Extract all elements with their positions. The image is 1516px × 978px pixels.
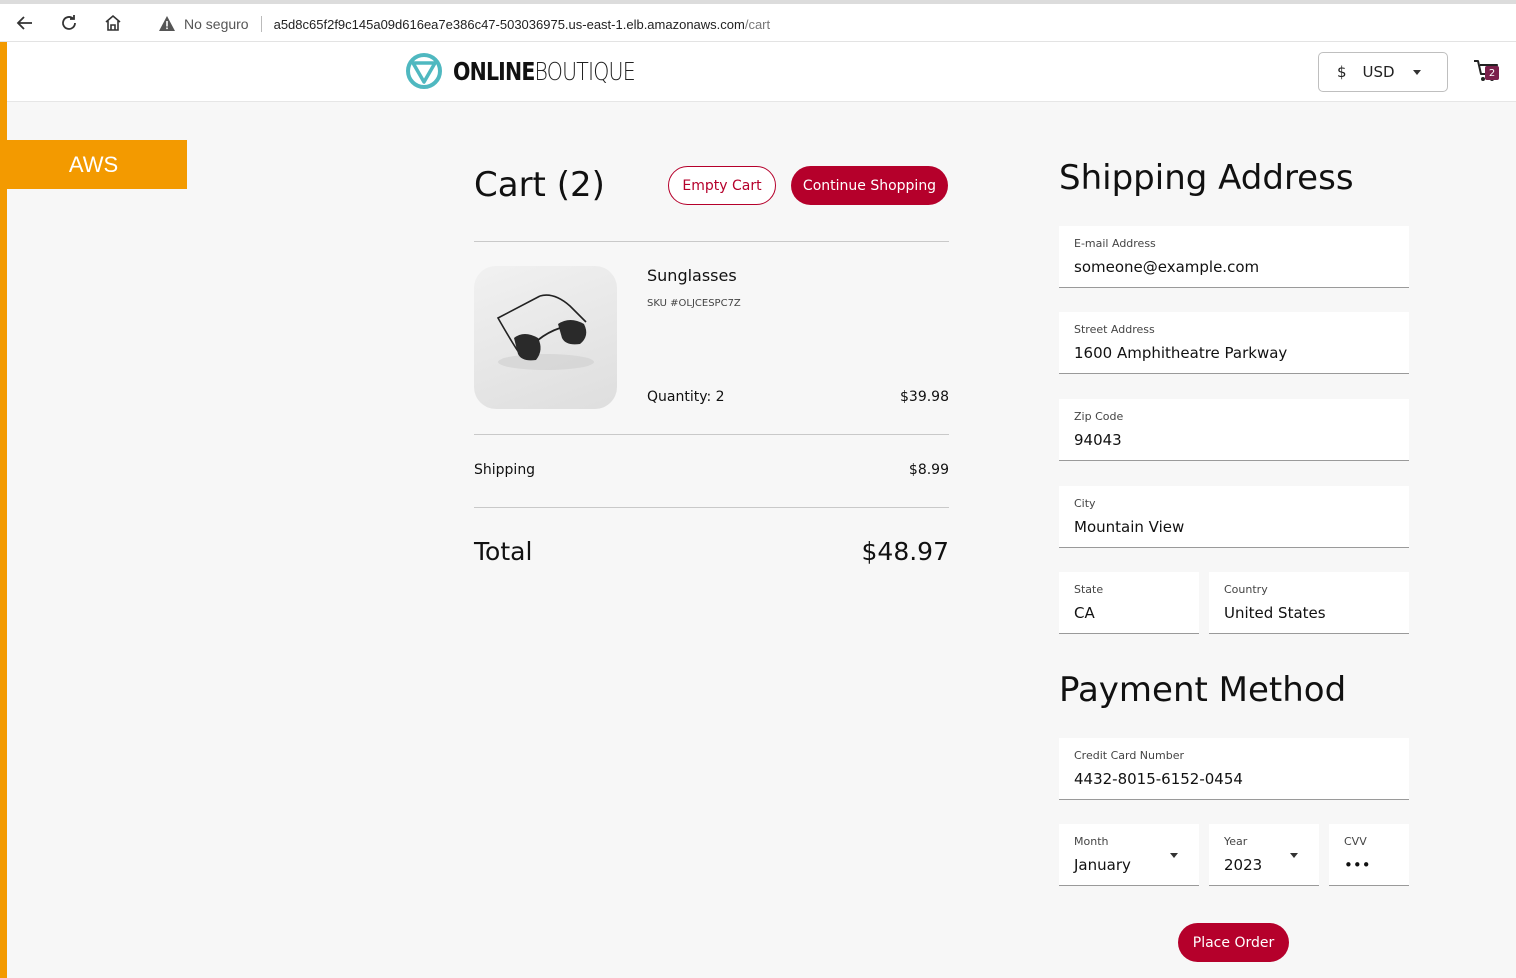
currency-code: USD — [1362, 63, 1395, 81]
url-path: /cart — [744, 16, 771, 32]
divider — [474, 434, 949, 435]
cart-title: Cart (2) — [474, 165, 605, 205]
city-label: City — [1074, 497, 1096, 510]
email-field[interactable]: E-mail Address someone@example.com — [1059, 226, 1409, 288]
cart-count-badge: 2 — [1485, 66, 1499, 80]
city-value: Mountain View — [1074, 518, 1185, 536]
chevron-down-icon — [1170, 853, 1178, 858]
divider — [474, 241, 949, 242]
product-name[interactable]: Sunglasses — [647, 266, 737, 285]
product-price: $39.98 — [900, 389, 949, 405]
continue-shopping-button[interactable]: Continue Shopping — [791, 166, 948, 205]
shipping-value: $8.99 — [908, 462, 949, 478]
email-value: someone@example.com — [1074, 258, 1260, 276]
street-address-value: 1600 Amphitheatre Parkway — [1074, 344, 1288, 362]
currency-symbol: $ — [1337, 63, 1347, 81]
zip-code-value: 94043 — [1074, 431, 1122, 449]
place-order-button[interactable]: Place Order — [1178, 923, 1289, 962]
total-label: Total — [474, 537, 533, 566]
email-label: E-mail Address — [1074, 237, 1156, 250]
aws-banner: AWS — [0, 140, 187, 189]
shipping-label: Shipping — [474, 462, 536, 478]
cvv-field[interactable]: CVV ••• — [1329, 824, 1409, 886]
site-header: ONLINEBOUTIQUE $ USD — [7, 42, 1516, 102]
zip-code-label: Zip Code — [1074, 410, 1124, 423]
month-value: January — [1074, 856, 1131, 874]
currency-select[interactable]: $ USD — [1318, 52, 1448, 92]
product-quantity: Quantity: 2 — [647, 389, 725, 405]
credit-card-field[interactable]: Credit Card Number 4432-8015-6152-0454 — [1059, 738, 1409, 800]
total-value: $48.97 — [861, 537, 949, 566]
logo-text: ONLINEBOUTIQUE — [453, 56, 636, 86]
warning-icon — [159, 16, 175, 31]
address-bar[interactable]: No seguro a5d8c65f2f9c145a09d616ea7e386c… — [140, 7, 1516, 41]
logo-text-bold: ONLINE — [453, 56, 535, 86]
country-label: Country — [1224, 583, 1268, 596]
chevron-down-icon — [1290, 853, 1298, 858]
street-address-field[interactable]: Street Address 1600 Amphitheatre Parkway — [1059, 312, 1409, 374]
country-field[interactable]: Country United States — [1209, 572, 1409, 634]
reload-icon[interactable] — [56, 10, 82, 36]
logo-icon — [406, 53, 442, 89]
state-label: State — [1074, 583, 1104, 596]
sunglasses-image — [496, 294, 594, 370]
product-image[interactable] — [474, 266, 617, 409]
payment-method-title: Payment Method — [1059, 670, 1347, 710]
home-icon[interactable] — [100, 10, 126, 36]
zip-code-field[interactable]: Zip Code 94043 — [1059, 399, 1409, 461]
logo[interactable]: ONLINEBOUTIQUE — [405, 52, 675, 90]
url-host: a5d8c65f2f9c145a09d616ea7e386c47-5030369… — [273, 16, 745, 32]
credit-card-label: Credit Card Number — [1074, 749, 1184, 762]
street-address-label: Street Address — [1074, 323, 1155, 336]
cvv-value: ••• — [1344, 856, 1371, 874]
city-field[interactable]: City Mountain View — [1059, 486, 1409, 548]
state-field[interactable]: State CA — [1059, 572, 1199, 634]
logo-text-thin: BOUTIQUE — [534, 56, 636, 86]
month-label: Month — [1074, 835, 1109, 848]
browser-toolbar: No seguro a5d8c65f2f9c145a09d616ea7e386c… — [0, 0, 1516, 42]
state-value: CA — [1074, 604, 1095, 622]
year-select[interactable]: Year 2023 — [1209, 824, 1319, 886]
credit-card-value: 4432-8015-6152-0454 — [1074, 770, 1243, 788]
country-value: United States — [1224, 604, 1326, 622]
shipping-address-title: Shipping Address — [1059, 158, 1354, 198]
url-separator — [260, 16, 262, 32]
empty-cart-button[interactable]: Empty Cart — [668, 166, 776, 205]
divider — [474, 507, 949, 508]
cvv-label: CVV — [1344, 835, 1367, 848]
year-value: 2023 — [1224, 856, 1263, 874]
chevron-down-icon — [1412, 69, 1421, 75]
product-sku: SKU #OLJCESPC7Z — [647, 298, 741, 309]
year-label: Year — [1224, 835, 1248, 848]
security-label: No seguro — [184, 16, 249, 32]
month-select[interactable]: Month January — [1059, 824, 1199, 886]
back-icon[interactable] — [12, 10, 38, 36]
